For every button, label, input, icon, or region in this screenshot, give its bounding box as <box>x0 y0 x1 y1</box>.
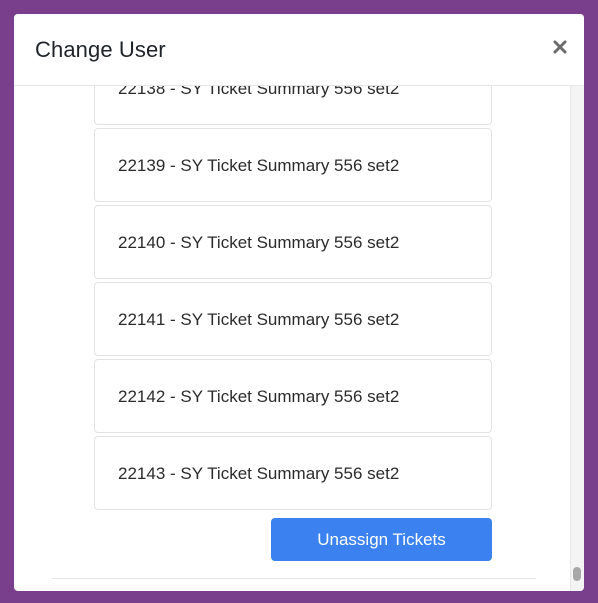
footer-divider <box>52 578 536 579</box>
ticket-label: 22140 - SY Ticket Summary 556 set2 <box>118 233 400 252</box>
change-user-modal: Change User 22138 - SY Ticket Summary 55… <box>14 14 584 591</box>
ticket-label: 22143 - SY Ticket Summary 556 set2 <box>118 464 400 483</box>
unassign-tickets-button[interactable]: Unassign Tickets <box>271 518 492 561</box>
ticket-item[interactable]: 22142 - SY Ticket Summary 556 set2 <box>94 359 492 433</box>
modal-header: Change User <box>14 14 584 86</box>
close-icon[interactable] <box>548 36 572 60</box>
scrollbar-track[interactable] <box>570 86 584 591</box>
ticket-item[interactable]: 22138 - SY Ticket Summary 556 set2 <box>94 86 492 125</box>
ticket-item[interactable]: 22141 - SY Ticket Summary 556 set2 <box>94 282 492 356</box>
ticket-item[interactable]: 22143 - SY Ticket Summary 556 set2 <box>94 436 492 510</box>
ticket-item[interactable]: 22140 - SY Ticket Summary 556 set2 <box>94 205 492 279</box>
ticket-list: 22138 - SY Ticket Summary 556 set2 22139… <box>94 86 492 513</box>
window-frame: Change User 22138 - SY Ticket Summary 55… <box>0 0 598 603</box>
scrollbar-thumb[interactable] <box>573 567 581 581</box>
modal-body: 22138 - SY Ticket Summary 556 set2 22139… <box>14 86 584 591</box>
ticket-label: 22141 - SY Ticket Summary 556 set2 <box>118 310 400 329</box>
ticket-label: 22142 - SY Ticket Summary 556 set2 <box>118 387 400 406</box>
ticket-label: 22139 - SY Ticket Summary 556 set2 <box>118 156 400 175</box>
modal-title: Change User <box>35 37 166 62</box>
ticket-label: 22138 - SY Ticket Summary 556 set2 <box>118 86 400 98</box>
ticket-item[interactable]: 22139 - SY Ticket Summary 556 set2 <box>94 128 492 202</box>
